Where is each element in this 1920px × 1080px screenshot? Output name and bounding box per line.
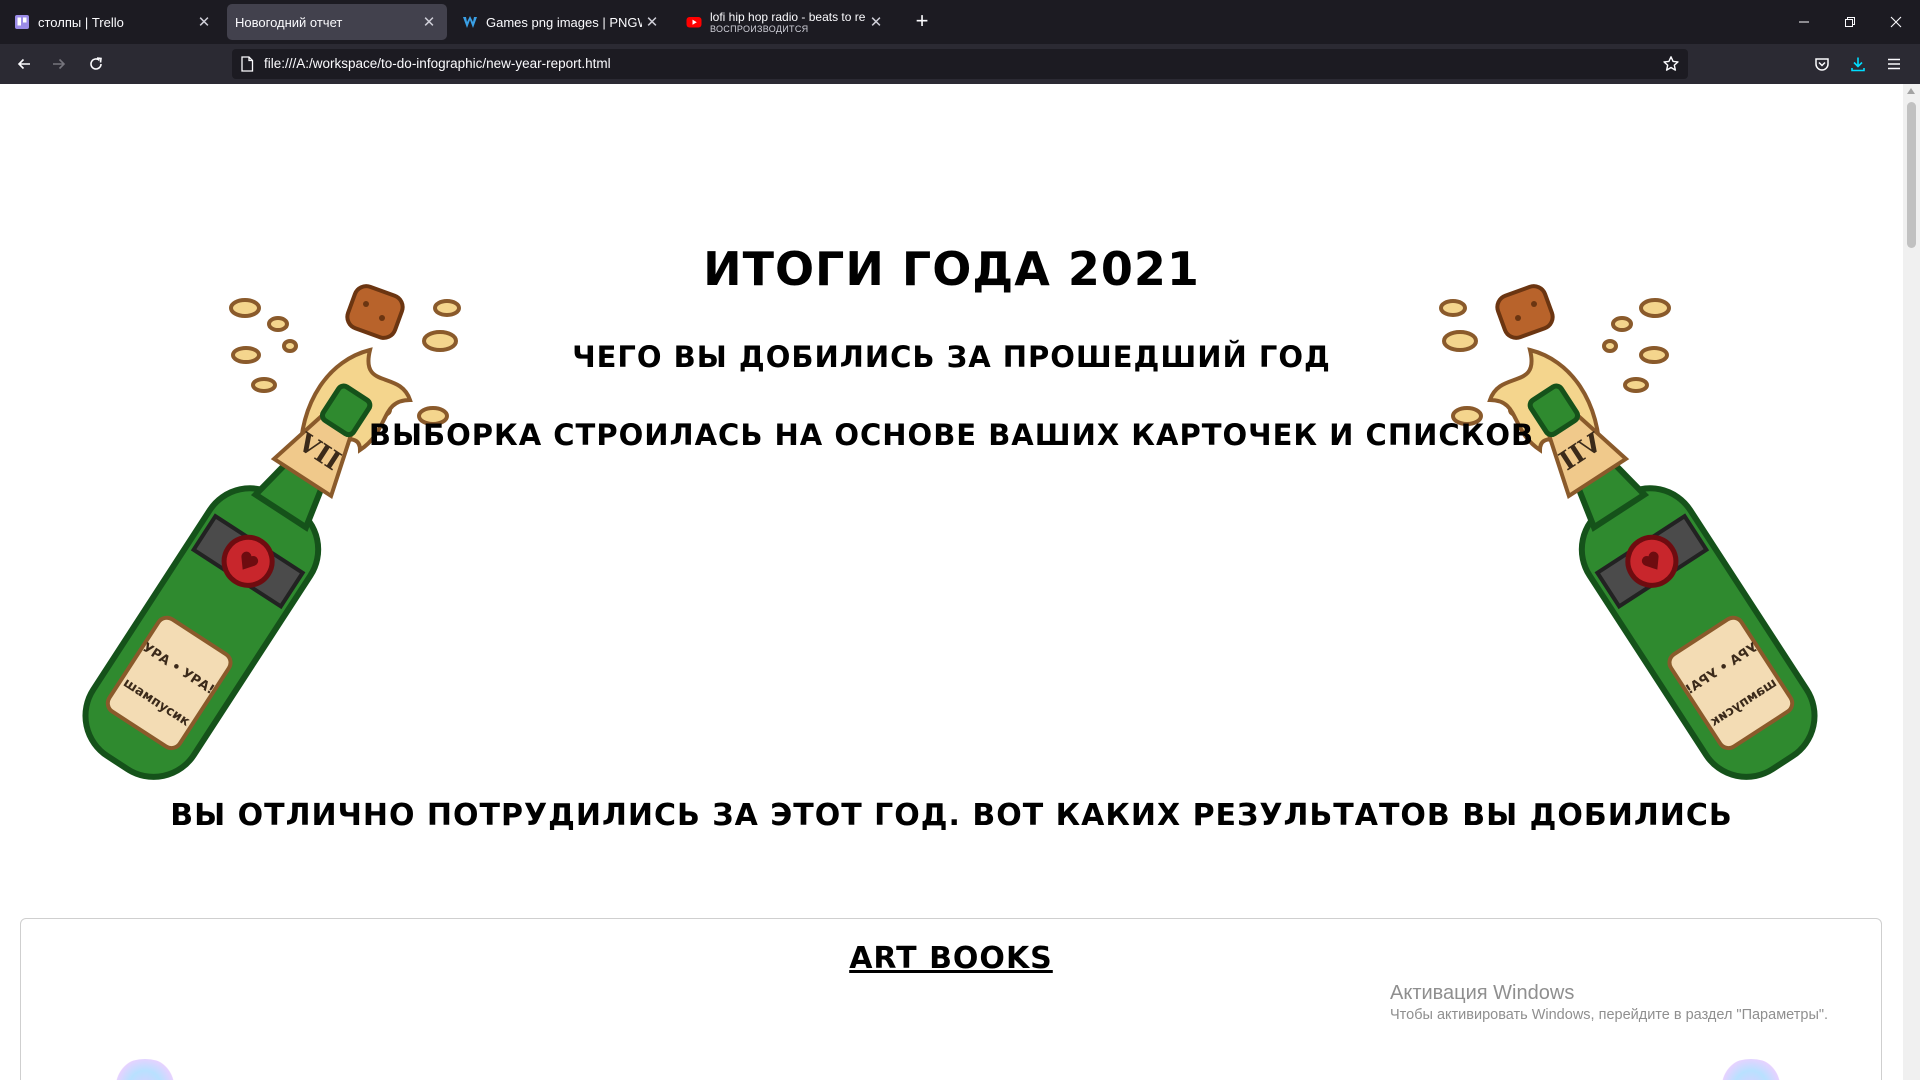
card-title: ART BOOKS [849,941,1053,976]
menu-button[interactable] [1882,52,1906,76]
pocket-button[interactable] [1810,52,1834,76]
arrow-right-icon [53,58,66,70]
tab-title: Games png images | PNGWing [486,14,642,30]
download-icon [1851,57,1865,72]
close-icon [1890,16,1902,28]
youtube-icon [686,17,702,28]
navigation-toolbar: file:///A:/workspace/to-do-infographic/n… [0,44,1920,84]
page-scrollbar[interactable] [1903,84,1920,1080]
watermark-subtitle: Чтобы активировать Windows, перейдите в … [1390,1007,1829,1023]
crystal-ball-icon [1721,1059,1781,1080]
close-tab-icon[interactable]: ✕ [194,12,214,32]
crystal-ball-icon [115,1059,175,1080]
page-title: Итоги года 2021 [703,242,1200,296]
arrow-left-icon [17,58,30,70]
tab-title: столпы | Trello [38,14,124,30]
reload-button[interactable] [84,52,108,76]
scrollbar-thumb[interactable] [1907,102,1916,248]
scroll-up-arrow-icon[interactable] [1907,88,1915,94]
new-tab-button[interactable]: + [910,10,934,34]
watermark-title: Активация Windows [1390,982,1575,1004]
windows-activation-watermark: Активация Windows Чтобы активировать Win… [1390,982,1828,1023]
restore-button[interactable] [1827,0,1873,44]
downloads-button[interactable] [1846,52,1870,76]
hamburger-menu-icon [1888,58,1900,70]
page-description: Выборка строилась на основе ваших карточ… [368,418,1535,452]
reload-icon [90,57,102,70]
tab-new-year-report[interactable]: Новогодний отчет ✕ [227,4,447,40]
minimize-icon [1799,21,1809,23]
trello-icon [15,15,29,29]
restore-icon [1845,17,1855,27]
tab-bar: столпы | Trello ✕ Новогодний отчет ✕ Gam… [0,0,1920,44]
tab-youtube-lofi[interactable]: lofi hip hop radio - beats to rela ВОСПР… [676,4,894,40]
pngwing-icon [463,16,477,28]
address-bar[interactable]: file:///A:/workspace/to-do-infographic/n… [232,49,1688,79]
page-subtitle: Чего вы добились за прошедший год [572,340,1331,374]
bookmark-star-icon[interactable] [1662,55,1680,73]
tab-title: lofi hip hop radio - beats to rela [710,10,866,24]
tab-trello[interactable]: столпы | Trello ✕ [4,4,222,40]
back-button[interactable] [12,52,36,76]
tab-pngwing[interactable]: Games png images | PNGWing ✕ [452,4,670,40]
close-window-button[interactable] [1873,0,1919,44]
page-content: УРА • УРА! шампусик VII УРА • УРА! шампу… [0,84,1903,1080]
close-tab-icon[interactable]: ✕ [419,12,439,32]
forward-button[interactable] [47,52,71,76]
url-text[interactable]: file:///A:/workspace/to-do-infographic/n… [264,56,611,71]
pocket-icon [1815,58,1829,71]
tab-title: Новогодний отчет [235,14,343,30]
page-icon [241,56,254,72]
tab-playing-status: ВОСПРОИЗВОДИТСЯ [710,24,809,34]
results-heading: Вы отлично потрудились за этот год. Вот … [170,798,1733,833]
close-tab-icon[interactable]: ✕ [866,12,886,32]
minimize-button[interactable] [1781,0,1827,44]
close-tab-icon[interactable]: ✕ [642,12,662,32]
